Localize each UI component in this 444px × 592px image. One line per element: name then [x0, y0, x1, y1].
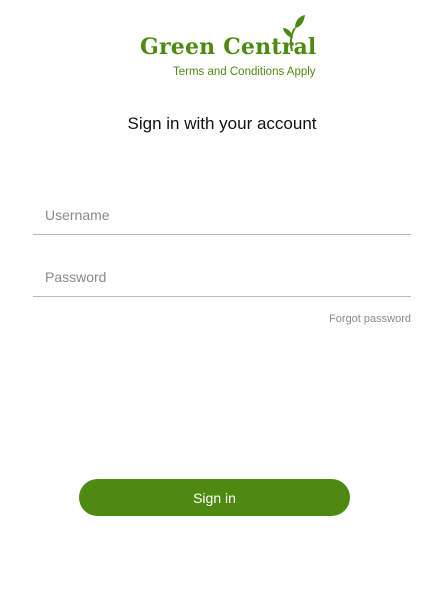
forgot-password-link[interactable]: Forgot password [329, 313, 411, 325]
username-field-container [33, 195, 411, 235]
app-logo: Green Central Terms and Conditions Apply [140, 14, 316, 80]
page-title: Sign in with your account [127, 114, 317, 133]
leaf-icon [282, 14, 306, 52]
password-underline [33, 296, 411, 297]
password-input[interactable] [33, 257, 411, 297]
username-underline [33, 234, 411, 235]
username-input[interactable] [33, 195, 411, 235]
logo-tagline: Terms and Conditions Apply [173, 66, 316, 78]
sign-in-button[interactable]: Sign in [79, 479, 350, 516]
password-field-container [33, 257, 411, 297]
sign-in-screen: Green Central Terms and Conditions Apply… [0, 0, 444, 592]
